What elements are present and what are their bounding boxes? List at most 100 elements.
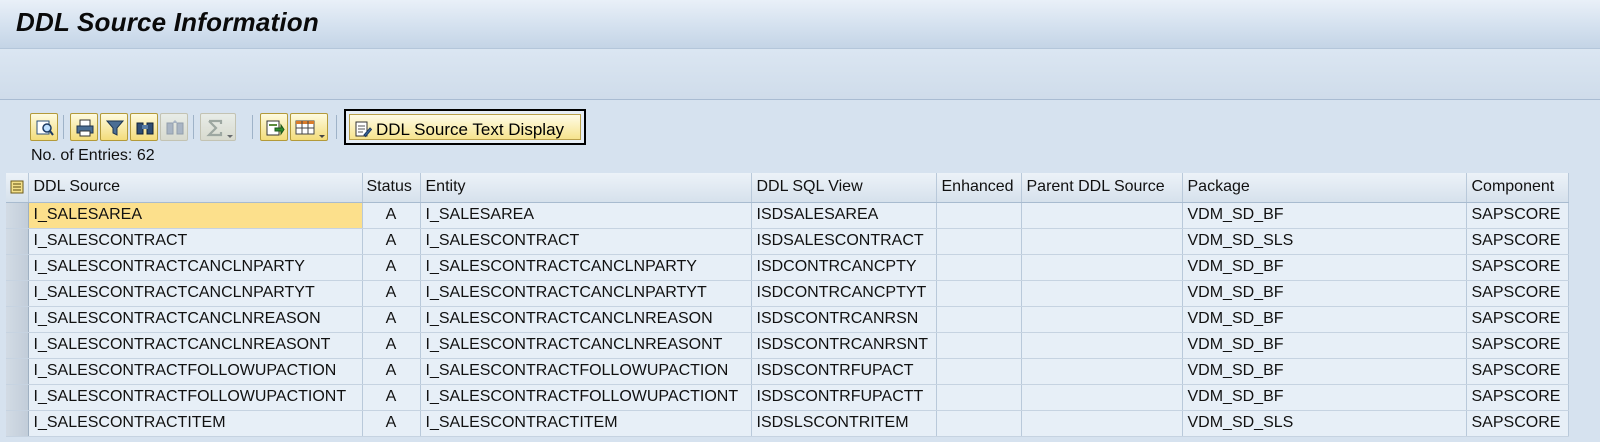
cell-ddl-source[interactable]: I_SALESCONTRACTITEM bbox=[28, 410, 363, 437]
cell-component[interactable]: SAPSCORE bbox=[1466, 384, 1569, 411]
details-button[interactable] bbox=[30, 113, 58, 141]
cell-parent-ddl-source[interactable] bbox=[1021, 358, 1183, 385]
cell-status[interactable]: A bbox=[362, 280, 421, 307]
column-header-package[interactable]: Package bbox=[1182, 173, 1467, 203]
row-selector[interactable] bbox=[6, 410, 29, 437]
cell-status[interactable]: A bbox=[362, 410, 421, 437]
cell-parent-ddl-source[interactable] bbox=[1021, 306, 1183, 333]
cell-package[interactable]: VDM_SD_BF bbox=[1182, 332, 1467, 359]
table-row[interactable]: I_SALESCONTRACTITEM A I_SALESCONTRACTITE… bbox=[6, 410, 1569, 437]
export-button[interactable] bbox=[260, 113, 288, 141]
cell-package[interactable]: VDM_SD_BF bbox=[1182, 254, 1467, 281]
cell-ddl-source[interactable]: I_SALESCONTRACTCANCLNPARTY bbox=[28, 254, 363, 281]
cell-enhanced[interactable] bbox=[936, 306, 1022, 333]
cell-entity[interactable]: I_SALESCONTRACTFOLLOWUPACTIONT bbox=[420, 384, 752, 411]
cell-ddl-sql-view[interactable]: ISDCONTRCANCPTY bbox=[751, 254, 937, 281]
cell-ddl-sql-view[interactable]: ISDCONTRCANCPTYT bbox=[751, 280, 937, 307]
table-row[interactable]: I_SALESCONTRACTFOLLOWUPACTION A I_SALESC… bbox=[6, 358, 1569, 385]
cell-entity[interactable]: I_SALESCONTRACTCANCLNPARTY bbox=[420, 254, 752, 281]
cell-ddl-source[interactable]: I_SALESCONTRACTFOLLOWUPACTIONT bbox=[28, 384, 363, 411]
table-row[interactable]: I_SALESCONTRACT A I_SALESCONTRACT ISDSAL… bbox=[6, 228, 1569, 255]
cell-status[interactable]: A bbox=[362, 332, 421, 359]
row-selector[interactable] bbox=[6, 358, 29, 385]
cell-package[interactable]: VDM_SD_SLS bbox=[1182, 228, 1467, 255]
cell-component[interactable]: SAPSCORE bbox=[1466, 306, 1569, 333]
cell-status[interactable]: A bbox=[362, 228, 421, 255]
cell-component[interactable]: SAPSCORE bbox=[1466, 332, 1569, 359]
cell-ddl-source[interactable]: I_SALESCONTRACTCANCLNPARTYT bbox=[28, 280, 363, 307]
cell-package[interactable]: VDM_SD_BF bbox=[1182, 384, 1467, 411]
cell-enhanced[interactable] bbox=[936, 410, 1022, 437]
cell-ddl-sql-view[interactable]: ISDSCONTRFUPACTT bbox=[751, 384, 937, 411]
cell-entity[interactable]: I_SALESCONTRACTCANCLNREASON bbox=[420, 306, 752, 333]
cell-entity[interactable]: I_SALESCONTRACTFOLLOWUPACTION bbox=[420, 358, 752, 385]
cell-ddl-source[interactable]: I_SALESCONTRACTCANCLNREASONT bbox=[28, 332, 363, 359]
cell-parent-ddl-source[interactable] bbox=[1021, 202, 1183, 229]
cell-enhanced[interactable] bbox=[936, 280, 1022, 307]
cell-ddl-source[interactable]: I_SALESCONTRACTFOLLOWUPACTION bbox=[28, 358, 363, 385]
cell-entity[interactable]: I_SALESCONTRACT bbox=[420, 228, 752, 255]
filter-button[interactable] bbox=[100, 113, 128, 141]
cell-status[interactable]: A bbox=[362, 306, 421, 333]
cell-parent-ddl-source[interactable] bbox=[1021, 410, 1183, 437]
row-selector[interactable] bbox=[6, 228, 29, 255]
cell-package[interactable]: VDM_SD_SLS bbox=[1182, 410, 1467, 437]
cell-component[interactable]: SAPSCORE bbox=[1466, 280, 1569, 307]
cell-ddl-sql-view[interactable]: ISDSCONTRCANRSNT bbox=[751, 332, 937, 359]
cell-status[interactable]: A bbox=[362, 254, 421, 281]
row-selector[interactable] bbox=[6, 254, 29, 281]
cell-enhanced[interactable] bbox=[936, 202, 1022, 229]
column-header-entity[interactable]: Entity bbox=[420, 173, 752, 203]
cell-ddl-sql-view[interactable]: ISDSCONTRFUPACT bbox=[751, 358, 937, 385]
cell-status[interactable]: A bbox=[362, 358, 421, 385]
find-button[interactable] bbox=[130, 113, 158, 141]
table-row[interactable]: I_SALESCONTRACTCANCLNPARTYT A I_SALESCON… bbox=[6, 280, 1569, 307]
cell-entity[interactable]: I_SALESCONTRACTCANCLNPARTYT bbox=[420, 280, 752, 307]
cell-ddl-sql-view[interactable]: ISDSLSCONTRITEM bbox=[751, 410, 937, 437]
cell-ddl-source[interactable]: I_SALESAREA bbox=[28, 202, 363, 229]
row-selector[interactable] bbox=[6, 280, 29, 307]
select-all-button[interactable] bbox=[6, 173, 29, 203]
sum-button[interactable] bbox=[200, 113, 236, 141]
ddl-source-text-display-button[interactable]: DDL Source Text Display bbox=[349, 114, 581, 140]
row-selector[interactable] bbox=[6, 202, 29, 229]
cell-ddl-sql-view[interactable]: ISDSALESCONTRACT bbox=[751, 228, 937, 255]
cell-status[interactable]: A bbox=[362, 384, 421, 411]
find-next-button[interactable] bbox=[160, 113, 188, 141]
column-header-status[interactable]: Status bbox=[362, 173, 421, 203]
cell-entity[interactable]: I_SALESCONTRACTCANCLNREASONT bbox=[420, 332, 752, 359]
cell-component[interactable]: SAPSCORE bbox=[1466, 358, 1569, 385]
row-selector[interactable] bbox=[6, 384, 29, 411]
cell-package[interactable]: VDM_SD_BF bbox=[1182, 202, 1467, 229]
cell-parent-ddl-source[interactable] bbox=[1021, 332, 1183, 359]
cell-package[interactable]: VDM_SD_BF bbox=[1182, 306, 1467, 333]
cell-ddl-sql-view[interactable]: ISDSCONTRCANRSN bbox=[751, 306, 937, 333]
cell-enhanced[interactable] bbox=[936, 332, 1022, 359]
cell-package[interactable]: VDM_SD_BF bbox=[1182, 280, 1467, 307]
cell-entity[interactable]: I_SALESCONTRACTITEM bbox=[420, 410, 752, 437]
cell-status[interactable]: A bbox=[362, 202, 421, 229]
cell-enhanced[interactable] bbox=[936, 254, 1022, 281]
cell-component[interactable]: SAPSCORE bbox=[1466, 202, 1569, 229]
table-row[interactable]: I_SALESCONTRACTCANCLNREASONT A I_SALESCO… bbox=[6, 332, 1569, 359]
cell-parent-ddl-source[interactable] bbox=[1021, 384, 1183, 411]
cell-enhanced[interactable] bbox=[936, 358, 1022, 385]
cell-enhanced[interactable] bbox=[936, 384, 1022, 411]
cell-parent-ddl-source[interactable] bbox=[1021, 280, 1183, 307]
layout-button[interactable] bbox=[290, 113, 328, 141]
cell-entity[interactable]: I_SALESAREA bbox=[420, 202, 752, 229]
column-header-parent-ddl-source[interactable]: Parent DDL Source bbox=[1021, 173, 1183, 203]
row-selector[interactable] bbox=[6, 332, 29, 359]
table-row[interactable]: I_SALESCONTRACTCANCLNREASON A I_SALESCON… bbox=[6, 306, 1569, 333]
cell-ddl-source[interactable]: I_SALESCONTRACTCANCLNREASON bbox=[28, 306, 363, 333]
table-row[interactable]: I_SALESCONTRACTCANCLNPARTY A I_SALESCONT… bbox=[6, 254, 1569, 281]
column-header-ddl-sql-view[interactable]: DDL SQL View bbox=[751, 173, 937, 203]
table-row[interactable]: I_SALESAREA A I_SALESAREA ISDSALESAREA V… bbox=[6, 202, 1569, 229]
print-button[interactable] bbox=[70, 113, 98, 141]
cell-ddl-sql-view[interactable]: ISDSALESAREA bbox=[751, 202, 937, 229]
cell-parent-ddl-source[interactable] bbox=[1021, 228, 1183, 255]
cell-component[interactable]: SAPSCORE bbox=[1466, 410, 1569, 437]
row-selector[interactable] bbox=[6, 306, 29, 333]
column-header-ddl-source[interactable]: DDL Source bbox=[28, 173, 363, 203]
cell-component[interactable]: SAPSCORE bbox=[1466, 254, 1569, 281]
